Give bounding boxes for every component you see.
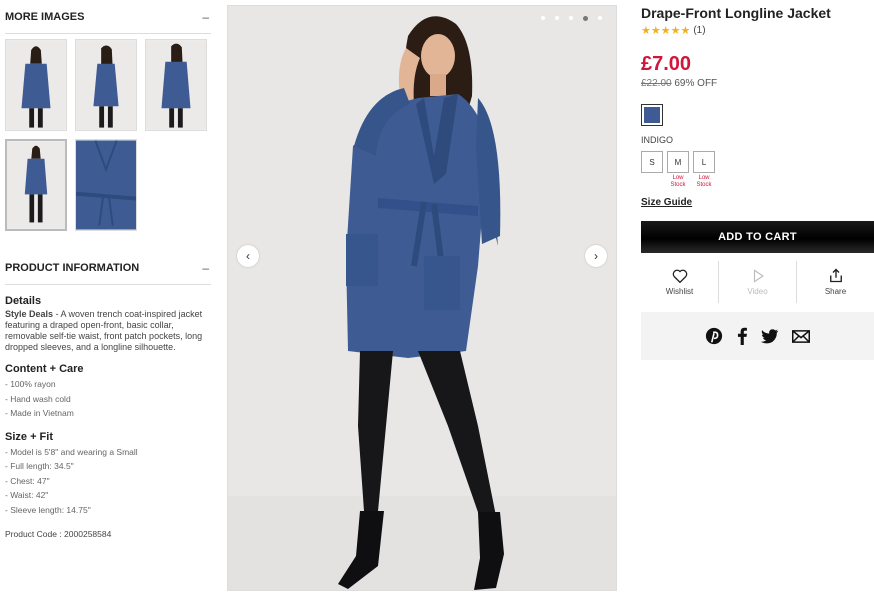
- review-count[interactable]: (1): [693, 25, 705, 36]
- product-info-heading: PRODUCT INFORMATION: [5, 261, 140, 274]
- list-item: - Model is 5'8" and wearing a Small: [5, 446, 138, 457]
- main-product-image[interactable]: ‹ ›: [227, 5, 617, 591]
- chevron-right-icon: ›: [594, 249, 598, 263]
- swatch-fill: [644, 107, 660, 123]
- add-to-cart-button[interactable]: ADD TO CART: [641, 221, 874, 253]
- thumbnail-1[interactable]: [5, 39, 67, 131]
- list-item: - 100% rayon: [5, 379, 56, 389]
- share-icon: [829, 268, 842, 283]
- carousel-dot-1[interactable]: [541, 16, 545, 20]
- size-selector: S M Low Stock L Low Stock: [641, 151, 874, 189]
- old-price: £22.00: [641, 78, 672, 89]
- list-item: - Chest: 47": [5, 475, 50, 486]
- rating[interactable]: ★★★★★ (1): [641, 24, 874, 37]
- size-fit-title: Size + Fit: [5, 430, 53, 443]
- size-option-l: L Low Stock: [693, 151, 715, 189]
- size-option-s: S: [641, 151, 663, 189]
- facebook-icon[interactable]: [736, 327, 748, 345]
- carousel-dot-2[interactable]: [555, 16, 559, 20]
- thumbnail-4-active[interactable]: [5, 139, 67, 231]
- carousel-dots: [541, 16, 602, 21]
- carousel-dot-3[interactable]: [569, 16, 573, 20]
- size-button[interactable]: L: [693, 151, 715, 173]
- list-item: - Full length: 34.5": [5, 461, 74, 471]
- more-images-header[interactable]: MORE IMAGES –: [5, 0, 211, 34]
- size-guide-link[interactable]: Size Guide: [641, 197, 692, 208]
- stock-note: Low Stock: [696, 175, 712, 188]
- details-title: Details: [5, 295, 42, 307]
- content-care-list: - 100% rayon - Hand wash cold - Made in …: [5, 377, 211, 421]
- product-panel: Drape-Front Longline Jacket ★★★★★ (1) £7…: [641, 0, 874, 360]
- list-item: - Hand wash cold: [5, 393, 71, 404]
- action-bar: Wishlist Video Share: [641, 261, 874, 303]
- thumbnail-3[interactable]: [145, 39, 207, 131]
- video-button[interactable]: Video: [718, 261, 796, 303]
- carousel-dot-5[interactable]: [598, 16, 602, 20]
- chevron-left-icon: ‹: [246, 249, 250, 263]
- collapse-icon[interactable]: –: [202, 10, 211, 24]
- twitter-icon[interactable]: [761, 328, 779, 344]
- previous-image-button[interactable]: ‹: [237, 245, 259, 267]
- model-photo: [228, 6, 616, 590]
- stock-note: Low Stock: [670, 175, 686, 188]
- heart-icon: [672, 269, 687, 283]
- product-info-header[interactable]: PRODUCT INFORMATION –: [5, 251, 211, 285]
- social-share-bar: [641, 312, 874, 360]
- original-price: £22.00 69% OFF: [641, 78, 874, 89]
- collapse-icon[interactable]: –: [202, 261, 211, 275]
- thumbnail-grid: [5, 34, 211, 231]
- size-button[interactable]: M: [667, 151, 689, 173]
- list-item: - Waist: 42": [5, 490, 49, 500]
- wishlist-label: Wishlist: [665, 286, 694, 296]
- size-fit-list: - Model is 5'8" and wearing a Small - Fu…: [5, 445, 211, 518]
- list-item: - Made in Vietnam: [5, 408, 74, 418]
- wishlist-button[interactable]: Wishlist: [641, 261, 718, 303]
- size-option-m: M Low Stock: [667, 151, 689, 189]
- details-text: Style Deals - A woven trench coat-inspir…: [5, 309, 211, 353]
- thumbnail-2[interactable]: [75, 39, 137, 131]
- star-rating-icon: ★★★★★: [641, 25, 691, 37]
- next-image-button[interactable]: ›: [585, 245, 607, 267]
- thumbnail-5[interactable]: [75, 139, 137, 231]
- selected-color-name: INDIGO: [641, 135, 674, 145]
- product-title: Drape-Front Longline Jacket: [641, 5, 831, 21]
- color-swatch-indigo[interactable]: [641, 104, 663, 126]
- more-images-heading: MORE IMAGES: [5, 10, 85, 23]
- email-icon[interactable]: [792, 329, 810, 343]
- carousel-dot-4-active[interactable]: [583, 16, 588, 21]
- discount-label: 69% OFF: [671, 78, 718, 89]
- video-label: Video: [747, 286, 768, 296]
- pinterest-icon[interactable]: [705, 327, 723, 345]
- list-item: - Sleeve length: 14.75": [5, 504, 91, 515]
- sale-price: £7.00: [641, 53, 692, 75]
- share-button[interactable]: Share: [796, 261, 874, 303]
- share-label: Share: [824, 287, 847, 296]
- size-button[interactable]: S: [641, 151, 663, 173]
- content-care-title: Content + Care: [5, 363, 84, 375]
- details-lead: Style Deals: [5, 309, 54, 319]
- play-icon: [753, 268, 764, 283]
- product-code: Product Code : 2000258584: [5, 529, 112, 539]
- left-column: MORE IMAGES – PRODUCT INFORMATION – Deta…: [5, 0, 211, 539]
